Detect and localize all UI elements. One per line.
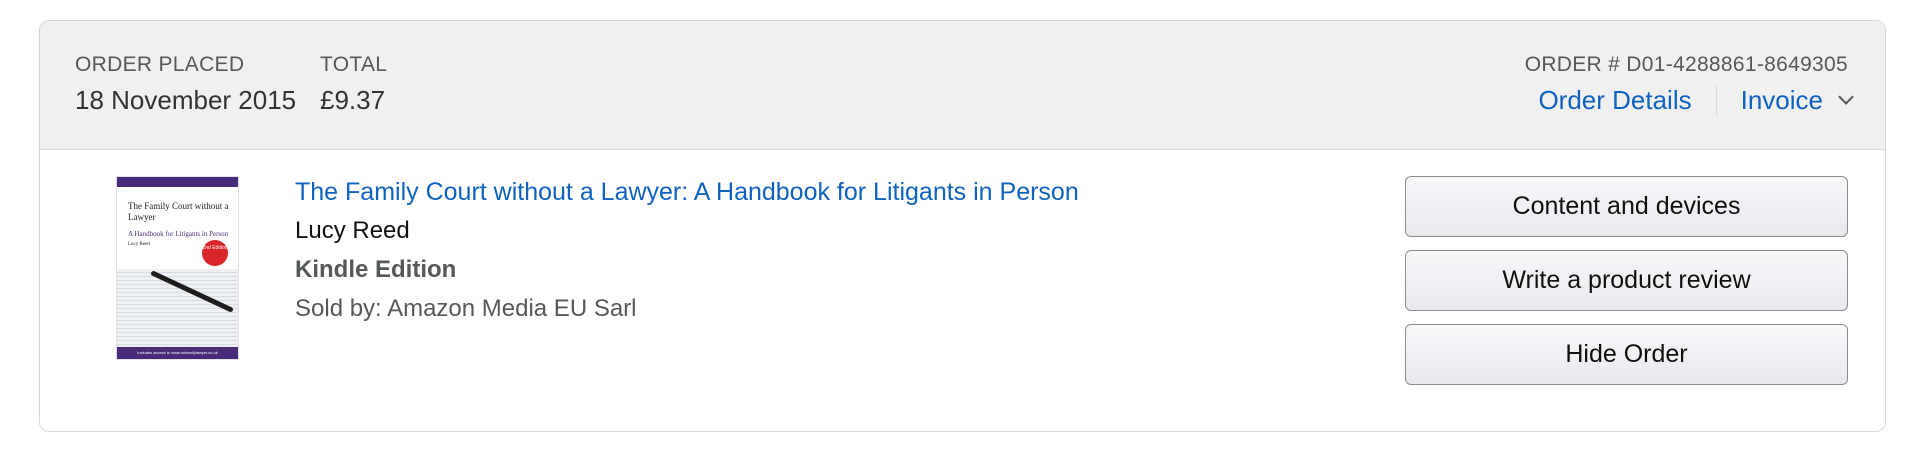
item-edition: Kindle Edition xyxy=(295,256,457,283)
cover-edition-badge: 2nd Edition xyxy=(202,240,228,266)
order-placed-block: ORDER PLACED 18 November 2015 xyxy=(75,53,296,116)
link-divider xyxy=(1715,85,1717,116)
cover-subtitle: A Handbook for Litigants in Person xyxy=(128,230,229,238)
item-title-link[interactable]: The Family Court without a Lawyer: A Han… xyxy=(295,178,1079,207)
content-and-devices-button[interactable]: Content and devices xyxy=(1405,176,1848,237)
order-header: ORDER PLACED 18 November 2015 TOTAL £9.3… xyxy=(40,21,1885,150)
write-review-button[interactable]: Write a product review xyxy=(1405,250,1848,311)
order-links: Order Details Invoice xyxy=(1525,85,1854,116)
cover-top-bar xyxy=(117,177,238,187)
order-details-link[interactable]: Order Details xyxy=(1538,85,1691,116)
order-item: The Family Court without a Lawyer A Hand… xyxy=(40,150,1885,431)
invoice-link[interactable]: Invoice xyxy=(1741,85,1823,116)
chevron-down-icon[interactable] xyxy=(1838,89,1854,105)
cover-papers-graphic xyxy=(117,269,238,347)
order-placed-label: ORDER PLACED xyxy=(75,53,245,76)
order-total-value: £9.37 xyxy=(320,85,386,115)
item-author: Lucy Reed xyxy=(295,217,410,244)
hide-order-button[interactable]: Hide Order xyxy=(1405,324,1848,385)
item-actions: Content and devices Write a product revi… xyxy=(1405,176,1848,398)
order-placed-date: 18 November 2015 xyxy=(75,85,297,115)
book-cover-image[interactable]: The Family Court without a Lawyer A Hand… xyxy=(117,177,238,359)
item-seller: Sold by: Amazon Media EU Sarl xyxy=(295,295,637,322)
order-total-block: TOTAL £9.37 xyxy=(320,53,387,116)
order-number-block: ORDER # D01-4288861-8649305 Order Detail… xyxy=(1524,53,1854,116)
cover-footer: Includes access to www.nofamilylawyer.co… xyxy=(117,347,238,359)
order-card: ORDER PLACED 18 November 2015 TOTAL £9.3… xyxy=(39,20,1886,432)
cover-title: The Family Court without a Lawyer xyxy=(128,201,229,222)
item-info: The Family Court without a Lawyer: A Han… xyxy=(295,178,1079,323)
order-number: ORDER # D01-4288861-8649305 xyxy=(1524,53,1848,76)
order-total-label: TOTAL xyxy=(320,53,388,76)
